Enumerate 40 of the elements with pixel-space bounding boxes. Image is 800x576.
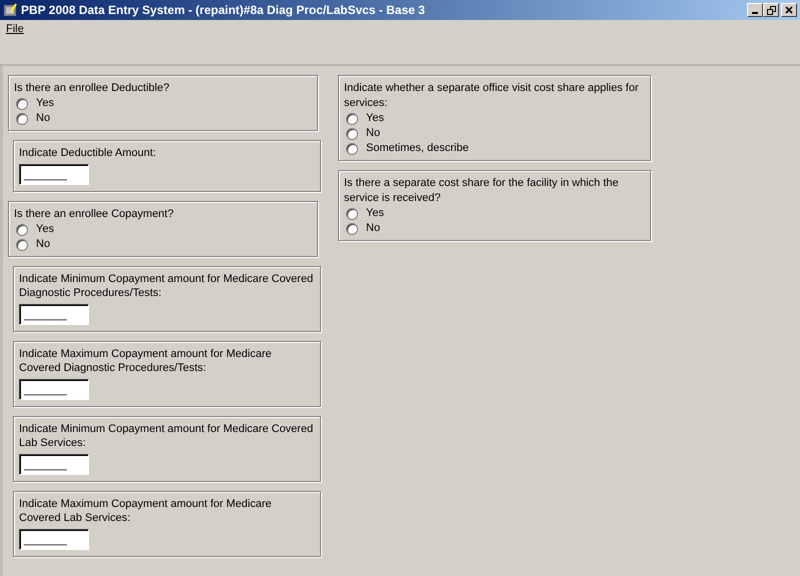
question-label: Indicate Maximum Copayment amount for Medicare Covered Lab Services:	[19, 497, 272, 526]
window-title: PBP 2008 Data Entry System - (repaint)#8a Diag Proc/LabSvcs - Base 3	[21, 2, 426, 19]
radio-button[interactable]	[16, 238, 28, 250]
radio-button[interactable]	[16, 98, 28, 110]
option-label: Yes	[36, 222, 54, 238]
question-label: Indicate whether a separate office visit cost share applies for services:	[344, 81, 640, 111]
question-label: Is there an enrollee Deductible?	[14, 81, 170, 96]
restore-button[interactable]	[763, 3, 779, 17]
question-label: Indicate Minimum Copayment amount for Medicare Covered Lab Services:	[19, 422, 314, 451]
option-label: Yes	[366, 206, 384, 222]
option-label: Yes	[366, 111, 384, 126]
radio-button[interactable]	[346, 222, 358, 234]
option-label: No	[366, 126, 380, 142]
question-label: Is there a separate cost share for the facility in which the service is received?	[344, 176, 620, 206]
amount-field[interactable]: _______	[19, 164, 89, 185]
option-label: Yes	[36, 96, 54, 112]
question-label: Indicate Minimum Copayment amount for Medicare Covered Diagnostic Procedures/Tests:	[19, 272, 314, 301]
radio-button[interactable]	[16, 224, 28, 236]
option-label: Sometimes, describe	[366, 141, 469, 156]
option-label: No	[36, 237, 50, 252]
radio-button[interactable]	[346, 142, 358, 154]
minimize-button[interactable]	[747, 3, 763, 17]
amount-field[interactable]: _______	[19, 529, 89, 550]
app-icon	[3, 3, 17, 17]
close-button[interactable]	[781, 3, 797, 17]
question-label: Indicate Deductible Amount:	[19, 146, 157, 161]
radio-button[interactable]	[346, 208, 358, 220]
radio-button[interactable]	[346, 112, 358, 124]
amount-field[interactable]: _______	[19, 304, 89, 325]
close-icon	[785, 6, 793, 14]
question-label: Is there an enrollee Copayment?	[14, 207, 175, 222]
amount-field[interactable]: _______	[19, 379, 89, 400]
menu-item[interactable]: File	[6, 22, 24, 37]
amount-field[interactable]: _______	[19, 454, 89, 475]
radio-button[interactable]	[346, 128, 358, 140]
radio-button[interactable]	[16, 112, 28, 124]
option-label: No	[36, 111, 50, 126]
option-label: No	[366, 221, 380, 236]
restore-icon	[766, 6, 776, 14]
question-label: Indicate Maximum Copayment amount for Medicare Covered Diagnostic Procedures/Tests:	[19, 347, 272, 376]
